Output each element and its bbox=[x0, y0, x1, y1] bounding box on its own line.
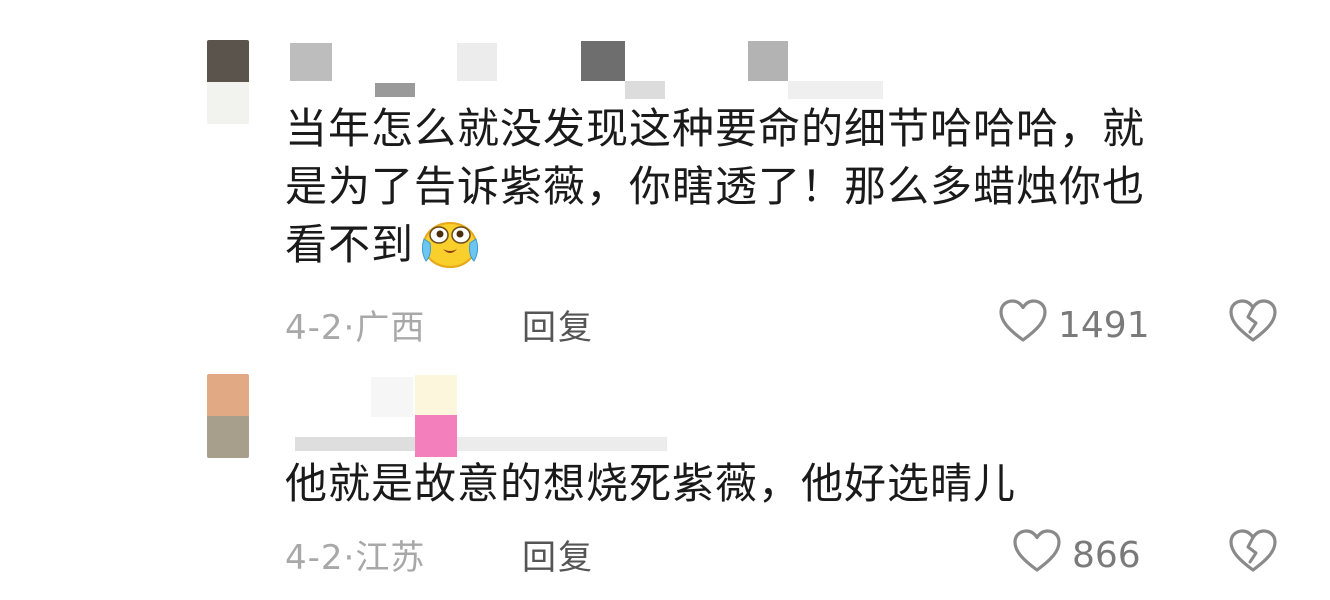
comment-item: 当年怎么就没发现这种要命的细节哈哈哈，就 是为了告诉紫薇，你瞎透了！那么多蜡烛你… bbox=[0, 0, 1330, 365]
username-redacted[interactable] bbox=[285, 373, 705, 463]
comment-location: 广西 bbox=[355, 308, 426, 348]
mosaic-block bbox=[371, 377, 413, 417]
avatar[interactable] bbox=[207, 374, 249, 458]
mosaic-block bbox=[581, 41, 625, 81]
comment-date: 4-2· bbox=[285, 308, 356, 348]
username-redacted[interactable] bbox=[285, 38, 885, 102]
comment-text: 当年怎么就没发现这种要命的细节哈哈哈，就 是为了告诉紫薇，你瞎透了！那么多蜡烛你… bbox=[285, 100, 1275, 284]
like-button[interactable]: 1491 bbox=[998, 298, 1150, 353]
mosaic-block bbox=[457, 43, 497, 81]
mosaic-block bbox=[290, 43, 332, 81]
dislike-button[interactable] bbox=[1228, 298, 1278, 348]
heart-outline-icon bbox=[998, 298, 1048, 353]
reply-button[interactable]: 回复 bbox=[522, 300, 594, 349]
comment-line-text: 看不到 bbox=[285, 220, 415, 269]
mosaic-block bbox=[748, 41, 788, 81]
mosaic-block bbox=[788, 81, 883, 99]
comment-item: 他就是故意的想烧死紫薇，他好选晴儿 4-2·江苏 回复 866 bbox=[0, 365, 1330, 600]
avatar-pixel bbox=[207, 40, 249, 82]
mosaic-block bbox=[415, 415, 457, 457]
crying-laughing-emoji-icon bbox=[418, 217, 482, 284]
avatar-pixel bbox=[207, 416, 249, 458]
comment-date: 4-2· bbox=[285, 538, 356, 578]
broken-heart-icon bbox=[1228, 529, 1278, 578]
avatar-pixel bbox=[207, 82, 249, 124]
like-count: 866 bbox=[1072, 535, 1141, 576]
comment-line: 他就是故意的想烧死紫薇，他好选晴儿 bbox=[285, 459, 1017, 508]
mosaic-block bbox=[375, 83, 415, 97]
like-count: 1491 bbox=[1058, 305, 1150, 346]
mosaic-block bbox=[457, 437, 667, 451]
dislike-button[interactable] bbox=[1228, 528, 1278, 578]
mosaic-block bbox=[625, 81, 665, 99]
comment-line: 当年怎么就没发现这种要命的细节哈哈哈，就 bbox=[285, 104, 1146, 153]
avatar[interactable] bbox=[207, 40, 249, 124]
comment-text: 他就是故意的想烧死紫薇，他好选晴儿 bbox=[285, 455, 1275, 513]
comment-location: 江苏 bbox=[355, 538, 426, 578]
comment-meta: 4-2·广西 bbox=[285, 300, 425, 349]
avatar-pixel bbox=[207, 374, 249, 416]
comment-line: 看不到 bbox=[285, 216, 1275, 284]
heart-outline-icon bbox=[1012, 528, 1062, 583]
like-button[interactable]: 866 bbox=[1012, 528, 1141, 583]
broken-heart-icon bbox=[1228, 299, 1278, 348]
mosaic-block bbox=[415, 375, 457, 415]
comment-line: 是为了告诉紫薇，你瞎透了！那么多蜡烛你也 bbox=[285, 162, 1146, 211]
mosaic-block bbox=[295, 437, 415, 451]
reply-button[interactable]: 回复 bbox=[522, 530, 594, 579]
comment-meta: 4-2·江苏 bbox=[285, 530, 425, 579]
